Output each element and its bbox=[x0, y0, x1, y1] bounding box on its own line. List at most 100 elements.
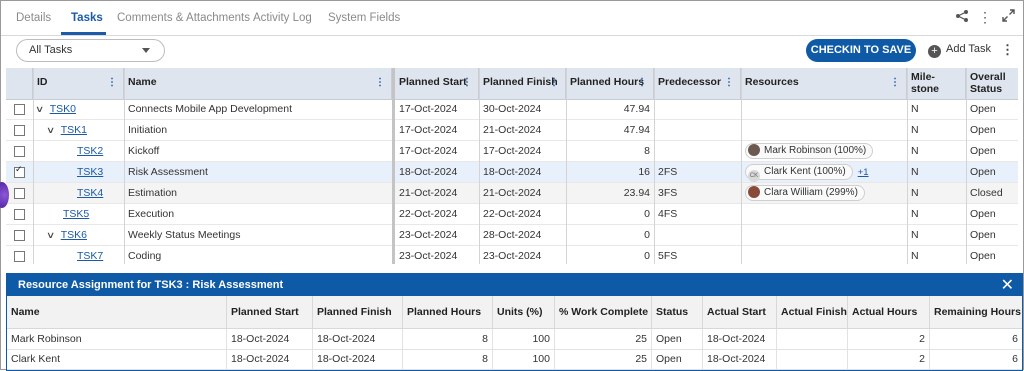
row-id[interactable]: TSK3 bbox=[33, 162, 124, 182]
task-window: Details Tasks Comments & Attachments Act… bbox=[0, 0, 1024, 371]
table-row[interactable]: ∨ TSK0 Connects Mobile App Development 1… bbox=[6, 99, 1018, 120]
row-hours: 0 bbox=[644, 208, 650, 220]
column-menu-icon[interactable]: ⋮ bbox=[724, 77, 734, 89]
header-predecessor[interactable]: Predecessor ⋮ bbox=[654, 68, 741, 99]
header-resources[interactable]: Resources ⋮ bbox=[741, 68, 907, 99]
rheader-actual-finish[interactable]: Actual Finish bbox=[777, 296, 848, 328]
row-finish: 17-Oct-2024 bbox=[483, 145, 542, 157]
task-id-link[interactable]: TSK0 bbox=[50, 103, 76, 115]
rheader-planned-finish[interactable]: Planned Finish bbox=[313, 296, 403, 328]
resource-chip[interactable]: CK Clark Kent (100%) bbox=[745, 164, 853, 182]
resource-row[interactable]: Clark Kent 18-Oct-2024 18-Oct-2024 8 100… bbox=[7, 349, 1022, 370]
rheader-planned-hours[interactable]: Planned Hours bbox=[403, 296, 493, 328]
chevron-down-icon[interactable]: ∨ bbox=[46, 120, 60, 140]
rcell-actual-start: 18-Oct-2024 bbox=[703, 349, 777, 369]
header-resources-label: Resources bbox=[745, 76, 799, 88]
add-task-label: Add Task bbox=[946, 43, 992, 55]
row-id[interactable]: TSK4 bbox=[33, 183, 124, 203]
close-icon[interactable]: ✕ bbox=[1001, 275, 1014, 295]
task-id-link[interactable]: TSK3 bbox=[77, 166, 103, 178]
rheader-actual-hours[interactable]: Actual Hours bbox=[848, 296, 930, 328]
row-hours: 23.94 bbox=[623, 187, 650, 199]
column-menu-icon[interactable]: ⋮ bbox=[375, 77, 385, 89]
header-id[interactable]: ID ⋮ bbox=[33, 68, 124, 99]
tab-details[interactable]: Details bbox=[16, 12, 51, 24]
row-status: Open bbox=[970, 208, 996, 220]
rheader-work-complete[interactable]: % Work Complete bbox=[555, 296, 652, 328]
row-status: Open bbox=[970, 145, 996, 157]
checkbox-icon[interactable] bbox=[14, 251, 25, 262]
rheader-actual-start[interactable]: Actual Start bbox=[703, 296, 777, 328]
header-planned-hours[interactable]: Planned Hours ⋮ bbox=[566, 68, 654, 99]
checkbox-icon[interactable] bbox=[14, 209, 25, 220]
tab-comments-attachments[interactable]: Comments & Attachments bbox=[117, 12, 250, 24]
table-row[interactable]: ∨ TSK6 Weekly Status Meetings 23-Oct-202… bbox=[6, 225, 1018, 246]
resource-table-header: Name Planned Start Planned Finish Planne… bbox=[7, 296, 1022, 329]
column-menu-icon[interactable]: ⋮ bbox=[637, 77, 647, 89]
row-id[interactable]: TSK5 bbox=[33, 204, 124, 224]
column-menu-icon[interactable]: ⋮ bbox=[890, 77, 900, 89]
header-overall-status[interactable]: Overall Status bbox=[966, 68, 1018, 99]
task-filter-dropdown[interactable]: All Tasks bbox=[16, 39, 165, 62]
checkbox-icon[interactable] bbox=[14, 104, 25, 115]
column-menu-icon[interactable]: ⋮ bbox=[549, 77, 559, 89]
task-id-link[interactable]: TSK4 bbox=[77, 187, 103, 199]
resource-chip[interactable]: Clara William (299%) bbox=[745, 185, 865, 202]
row-id[interactable]: TSK2 bbox=[33, 141, 124, 161]
checkbox-icon[interactable] bbox=[14, 146, 25, 157]
rheader-name[interactable]: Name bbox=[7, 296, 227, 328]
table-row[interactable]: ∨ TSK1 Initiation 17-Oct-2024 21-Oct-202… bbox=[6, 120, 1018, 141]
row-id[interactable]: TSK7 bbox=[33, 246, 124, 264]
toolbar-more-icon[interactable]: ⋮ bbox=[1001, 42, 1014, 58]
resource-row[interactable]: Mark Robinson 18-Oct-2024 18-Oct-2024 8 … bbox=[7, 329, 1022, 350]
header-name[interactable]: Name ⋮ bbox=[124, 68, 392, 99]
tab-tasks[interactable]: Tasks bbox=[71, 12, 103, 24]
frozen-pane-splitter[interactable] bbox=[392, 68, 395, 264]
checkbox-icon[interactable] bbox=[14, 230, 25, 241]
table-row[interactable]: TSK7 Coding 23-Oct-2024 23-Oct-2024 0 5F… bbox=[6, 246, 1018, 264]
row-resources: Clara William (299%) bbox=[741, 183, 907, 203]
task-id-link[interactable]: TSK6 bbox=[61, 229, 87, 241]
chevron-down-icon[interactable]: ∨ bbox=[35, 99, 49, 119]
table-row[interactable]: TSK4 Estimation 21-Oct-2024 21-Oct-2024 … bbox=[6, 183, 1018, 204]
checkbox-icon[interactable] bbox=[14, 125, 25, 136]
more-resources-link[interactable]: +1 bbox=[858, 167, 869, 178]
rheader-status[interactable]: Status bbox=[652, 296, 703, 328]
checkbox-checked-icon[interactable] bbox=[14, 164, 25, 178]
rheader-planned-start[interactable]: Planned Start bbox=[227, 296, 313, 328]
task-id-link[interactable]: TSK2 bbox=[77, 145, 103, 157]
header-milestone[interactable]: Mile- stone bbox=[907, 68, 966, 99]
table-row-selected[interactable]: TSK3 Risk Assessment 18-Oct-2024 18-Oct-… bbox=[6, 162, 1018, 183]
tab-system-fields[interactable]: System Fields bbox=[328, 12, 400, 24]
task-id-link[interactable]: TSK5 bbox=[63, 208, 89, 220]
add-task-button[interactable]: + Add Task bbox=[928, 43, 991, 58]
row-id[interactable]: ∨ TSK1 bbox=[33, 120, 124, 140]
table-row[interactable]: TSK2 Kickoff 17-Oct-2024 17-Oct-2024 8 M… bbox=[6, 141, 1018, 162]
tab-activity-log[interactable]: Activity Log bbox=[253, 12, 312, 24]
task-grid: ID ⋮ Name ⋮ Planned Start ⋮ Planned Finish ⋮… bbox=[6, 68, 1018, 264]
rheader-remaining-hours[interactable]: Remaining Hours bbox=[930, 296, 1022, 328]
chevron-down-icon[interactable]: ∨ bbox=[46, 225, 60, 245]
column-menu-icon[interactable]: ⋮ bbox=[462, 77, 472, 89]
checkbox-icon[interactable] bbox=[14, 188, 25, 199]
header-planned-finish[interactable]: Planned Finish ⋮ bbox=[479, 68, 566, 99]
column-divider bbox=[566, 68, 567, 264]
row-finish: 21-Oct-2024 bbox=[483, 187, 542, 199]
row-id[interactable]: ∨ TSK0 bbox=[33, 99, 124, 119]
task-id-link[interactable]: TSK1 bbox=[61, 124, 87, 136]
checkin-to-save-button[interactable]: CHECKIN TO SAVE bbox=[806, 39, 916, 62]
header-planned-start[interactable]: Planned Start ⋮ bbox=[395, 68, 479, 99]
row-id[interactable]: ∨ TSK6 bbox=[33, 225, 124, 245]
expand-icon[interactable] bbox=[1000, 9, 1016, 25]
table-row[interactable]: TSK5 Execution 22-Oct-2024 22-Oct-2024 0… bbox=[6, 204, 1018, 225]
task-id-link[interactable]: TSK7 bbox=[77, 250, 103, 262]
resource-chip[interactable]: Mark Robinson (100%) bbox=[745, 143, 874, 160]
rheader-units[interactable]: Units (%) bbox=[493, 296, 555, 328]
column-menu-icon[interactable]: ⋮ bbox=[107, 77, 117, 89]
row-milestone: N bbox=[911, 187, 919, 199]
rcell-planned-hours: 8 bbox=[403, 349, 493, 369]
row-name: Kickoff bbox=[128, 145, 160, 157]
more-vertical-icon[interactable]: ⋮ bbox=[977, 9, 993, 25]
share-icon[interactable] bbox=[954, 9, 970, 25]
row-status: Open bbox=[970, 229, 996, 241]
